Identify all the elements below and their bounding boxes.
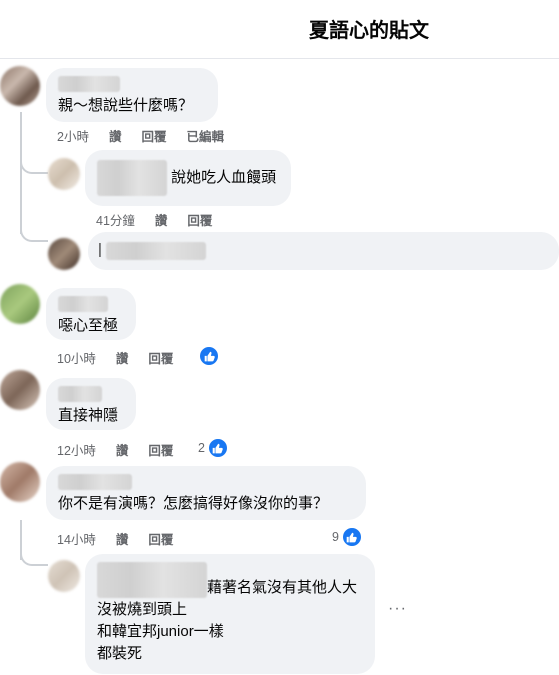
reaction-count-text: 9 [332,530,339,544]
thumbs-up-icon [206,437,229,459]
redacted-mention [106,242,206,260]
comment-actions: 10小時 讚 回覆 [57,348,173,367]
thread-connector [20,228,48,242]
commenter-name-redacted[interactable] [58,296,108,312]
reply-text-line: 藉著名氣沒有其他人大 [207,579,358,596]
reply-text-line: 沒被燒到頭上 [97,601,188,618]
thread-connector [20,160,48,174]
avatar[interactable] [0,66,40,106]
reaction-count-text: 2 [198,441,205,455]
comment-bubble: 噁心至極 [46,288,136,340]
comment-text: 你不是有演嗎？怎麼搞得好像沒你的事？ [58,495,329,512]
reply-button[interactable]: 回覆 [148,440,173,459]
comment-actions: 14小時 讚 回覆 [57,529,173,548]
comment-text: 噁心至極 [58,317,119,334]
thread-connector [20,552,48,566]
reply-button[interactable]: 回覆 [148,348,173,367]
comment-bubble: 直接神隱 [46,378,136,430]
avatar[interactable] [48,158,80,190]
reaction-count[interactable]: 2 [198,437,229,459]
reply-input-cursor: | [98,241,102,258]
reply-input[interactable]: | [88,232,559,270]
avatar[interactable] [48,560,80,592]
like-button[interactable]: 讚 [109,126,122,145]
replier-name-redacted[interactable] [97,562,207,598]
reply-text-line: 和韓宜邦junior一樣 [97,623,224,640]
reply-button[interactable]: 回覆 [141,126,166,145]
avatar[interactable] [0,370,40,410]
comment-text: 親～想說些什麼嗎？ [58,97,194,114]
like-button[interactable]: 讚 [116,348,129,367]
reply-button[interactable]: 回覆 [148,529,173,548]
thumbs-up-icon [198,345,220,367]
comment-time[interactable]: 14小時 [57,529,96,548]
page-title: 夏語心的貼文 [309,20,429,42]
commenter-name-redacted[interactable] [58,386,102,402]
reply-bubble: 藉著名氣沒有其他人大 沒被燒到頭上 和韓宜邦junior一樣 都裝死 [85,554,375,674]
like-button[interactable]: 讚 [116,529,129,548]
reply-actions: 41分鐘 讚 回覆 [96,210,212,229]
reply-text: 說她吃人血饅頭 [171,169,277,186]
thumbs-up-icon [340,526,363,548]
post-header: 夏語心的貼文 [0,0,559,59]
more-options-icon[interactable]: ··· [388,600,407,618]
commenter-name-redacted[interactable] [58,474,132,490]
comment-text: 直接神隱 [58,407,119,424]
avatar [48,238,80,270]
reply-text-line: 都裝死 [97,645,143,662]
reaction-count[interactable] [196,345,220,367]
comment-actions: 12小時 讚 回覆 [57,440,173,459]
comment-time[interactable]: 10小時 [57,348,96,367]
edited-label: 已編輯 [186,130,224,144]
reply-button[interactable]: 回覆 [187,210,212,229]
like-button[interactable]: 讚 [116,440,129,459]
comment-actions: 2小時 讚 回覆 已編輯 [57,126,224,145]
thread-line [20,172,22,234]
like-button[interactable]: 讚 [155,210,168,229]
reaction-count[interactable]: 9 [332,526,363,548]
comment-time[interactable]: 12小時 [57,440,96,459]
reply-bubble: 說她吃人血饅頭 [85,150,291,206]
comment-bubble: 親～想說些什麼嗎？ [46,68,218,122]
commenter-name-redacted[interactable] [58,76,120,92]
reply-time[interactable]: 41分鐘 [96,210,135,229]
comment-bubble: 你不是有演嗎？怎麼搞得好像沒你的事？ [46,466,366,520]
comment-time[interactable]: 2小時 [57,126,89,145]
avatar[interactable] [0,462,40,502]
replier-name-redacted[interactable] [97,160,167,196]
avatar[interactable] [0,284,40,324]
